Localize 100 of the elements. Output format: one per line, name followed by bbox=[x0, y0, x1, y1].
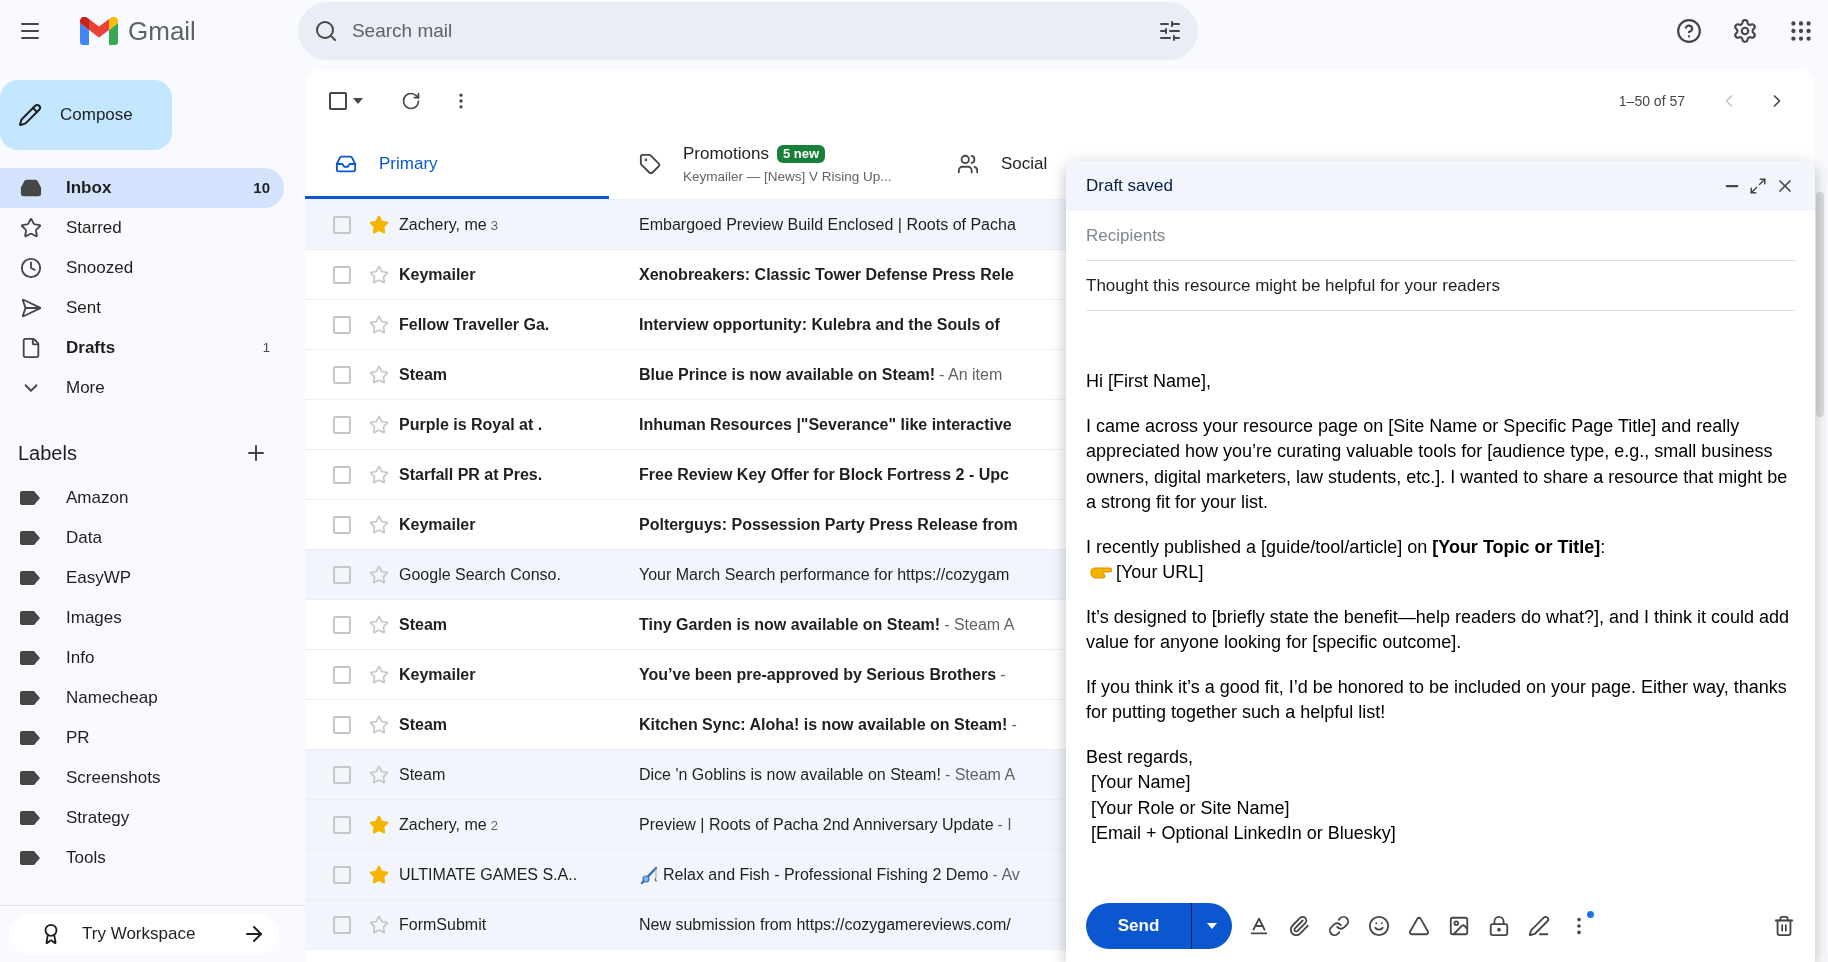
star-icon[interactable] bbox=[369, 414, 389, 435]
star-icon[interactable] bbox=[369, 514, 389, 535]
label-item[interactable]: Amazon bbox=[0, 478, 305, 518]
signature-icon[interactable] bbox=[1528, 915, 1550, 937]
nav-label: Inbox bbox=[66, 177, 112, 200]
sender-name: Steam bbox=[399, 364, 448, 385]
search-input[interactable]: Search mail bbox=[351, 16, 1158, 46]
checkbox[interactable] bbox=[333, 465, 351, 484]
sender-name: Fellow Traveller Ga. bbox=[399, 314, 550, 335]
delete-icon[interactable] bbox=[1773, 915, 1795, 937]
attach-icon[interactable] bbox=[1288, 915, 1310, 937]
checkbox[interactable] bbox=[333, 265, 351, 284]
star-icon[interactable] bbox=[369, 564, 389, 585]
star-icon[interactable] bbox=[369, 464, 389, 485]
label-item[interactable]: EasyWP bbox=[0, 558, 305, 598]
drive-icon[interactable] bbox=[1408, 915, 1430, 937]
star-icon[interactable] bbox=[369, 914, 389, 935]
nav-count: 10 bbox=[253, 177, 270, 198]
label-icon bbox=[20, 531, 40, 545]
label-item[interactable]: Screenshots bbox=[0, 758, 305, 798]
settings-icon[interactable] bbox=[1732, 18, 1758, 44]
emoji-icon[interactable] bbox=[1368, 915, 1390, 937]
email-subject: Interview opportunity: Kulebra and the Souls of bbox=[639, 314, 1000, 335]
help-icon[interactable] bbox=[1676, 18, 1702, 44]
star-icon[interactable] bbox=[369, 864, 389, 885]
email-snippet: - An item bbox=[939, 364, 1003, 385]
checkbox[interactable] bbox=[333, 515, 351, 534]
star-icon[interactable] bbox=[369, 214, 389, 235]
checkbox[interactable] bbox=[333, 615, 351, 634]
nav-item[interactable]: Starred bbox=[0, 208, 284, 248]
sender-name: ULTIMATE GAMES S.A.. bbox=[399, 864, 578, 885]
image-icon[interactable] bbox=[1448, 915, 1470, 937]
try-workspace-button[interactable]: Try Workspace bbox=[10, 914, 278, 954]
label-item[interactable]: Namecheap bbox=[0, 678, 305, 718]
checkbox[interactable] bbox=[333, 365, 351, 384]
checkbox[interactable] bbox=[333, 315, 351, 334]
select-all-checkbox[interactable] bbox=[329, 92, 347, 110]
scrollbar[interactable] bbox=[1816, 192, 1824, 417]
label-item[interactable]: Tools bbox=[0, 838, 305, 878]
star-icon[interactable] bbox=[369, 614, 389, 635]
email-subject: Relax and Fish - Professional Fishing 2 Demo bbox=[663, 864, 989, 885]
checkbox[interactable] bbox=[333, 415, 351, 434]
filter-icon[interactable] bbox=[1157, 19, 1182, 43]
subject-field[interactable]: Thought this resource might be helpful for your readers bbox=[1086, 261, 1795, 311]
tab-preview: Keymailer — [News] V Rising Up... bbox=[683, 167, 892, 186]
email-subject: Preview | Roots of Pacha 2nd Anniversary Update bbox=[639, 814, 994, 835]
nav-item[interactable]: Inbox 10 bbox=[0, 168, 284, 208]
checkbox[interactable] bbox=[333, 665, 351, 684]
star-icon[interactable] bbox=[369, 314, 389, 335]
star-icon[interactable] bbox=[369, 814, 389, 835]
send-button[interactable]: Send bbox=[1086, 903, 1232, 949]
link-icon[interactable] bbox=[1328, 915, 1350, 937]
checkbox[interactable] bbox=[333, 565, 351, 584]
apps-icon[interactable] bbox=[1788, 18, 1814, 44]
star-icon[interactable] bbox=[369, 764, 389, 785]
nav-label: Snoozed bbox=[66, 257, 134, 280]
email-subject: Polterguys: Possession Party Press Release from bbox=[639, 514, 1018, 535]
checkbox[interactable] bbox=[333, 215, 351, 234]
nav-item[interactable]: More bbox=[0, 368, 284, 408]
label-item[interactable]: Strategy bbox=[0, 798, 305, 838]
compose-button[interactable]: Compose bbox=[0, 80, 172, 150]
star-icon[interactable] bbox=[369, 714, 389, 735]
expand-icon[interactable] bbox=[1749, 177, 1767, 195]
email-snippet: - I bbox=[997, 814, 1012, 835]
email-subject: You’ve been pre-approved by Serious Brothers bbox=[639, 664, 997, 685]
clock-icon bbox=[20, 257, 42, 279]
search-field[interactable]: Search mail bbox=[297, 2, 1198, 60]
nav-item[interactable]: Snoozed bbox=[0, 248, 284, 288]
nav-item[interactable]: Sent bbox=[0, 288, 284, 328]
label-icon bbox=[20, 651, 40, 665]
star-icon[interactable] bbox=[369, 264, 389, 285]
label-icon bbox=[20, 771, 40, 785]
label-icon bbox=[20, 851, 40, 865]
category-tab[interactable]: Promotions 5 new Keymailer — [News] V Rising Up... bbox=[609, 132, 927, 199]
sender-name: Steam bbox=[399, 714, 448, 735]
label-item[interactable]: PR bbox=[0, 718, 305, 758]
checkbox[interactable] bbox=[333, 715, 351, 734]
refresh-icon[interactable] bbox=[401, 91, 421, 111]
formatting-icon[interactable] bbox=[1248, 915, 1270, 937]
search-icon bbox=[313, 19, 338, 43]
gmail-logo-icon bbox=[80, 17, 118, 45]
label-icon bbox=[20, 571, 40, 585]
email-subject: Dice 'n Goblins is now available on Steam! bbox=[639, 764, 941, 785]
checkbox[interactable] bbox=[333, 815, 351, 834]
label-item[interactable]: Info bbox=[0, 638, 305, 678]
pencil-icon bbox=[18, 103, 42, 127]
label-item[interactable]: Data bbox=[0, 518, 305, 558]
star-icon[interactable] bbox=[369, 664, 389, 685]
body-text: [Your URL] bbox=[1116, 561, 1204, 584]
recipients-field[interactable]: Recipients bbox=[1086, 211, 1795, 261]
label-item[interactable]: Images bbox=[0, 598, 305, 638]
nav-item[interactable]: Drafts 1 bbox=[0, 328, 284, 368]
checkbox[interactable] bbox=[333, 765, 351, 784]
lock-icon[interactable] bbox=[1488, 915, 1510, 937]
star-icon[interactable] bbox=[369, 364, 389, 385]
checkbox[interactable] bbox=[333, 865, 351, 884]
nav-label: Drafts bbox=[66, 337, 116, 360]
caret-icon[interactable] bbox=[1207, 923, 1217, 929]
caret-icon[interactable] bbox=[353, 98, 363, 104]
checkbox[interactable] bbox=[333, 915, 351, 934]
